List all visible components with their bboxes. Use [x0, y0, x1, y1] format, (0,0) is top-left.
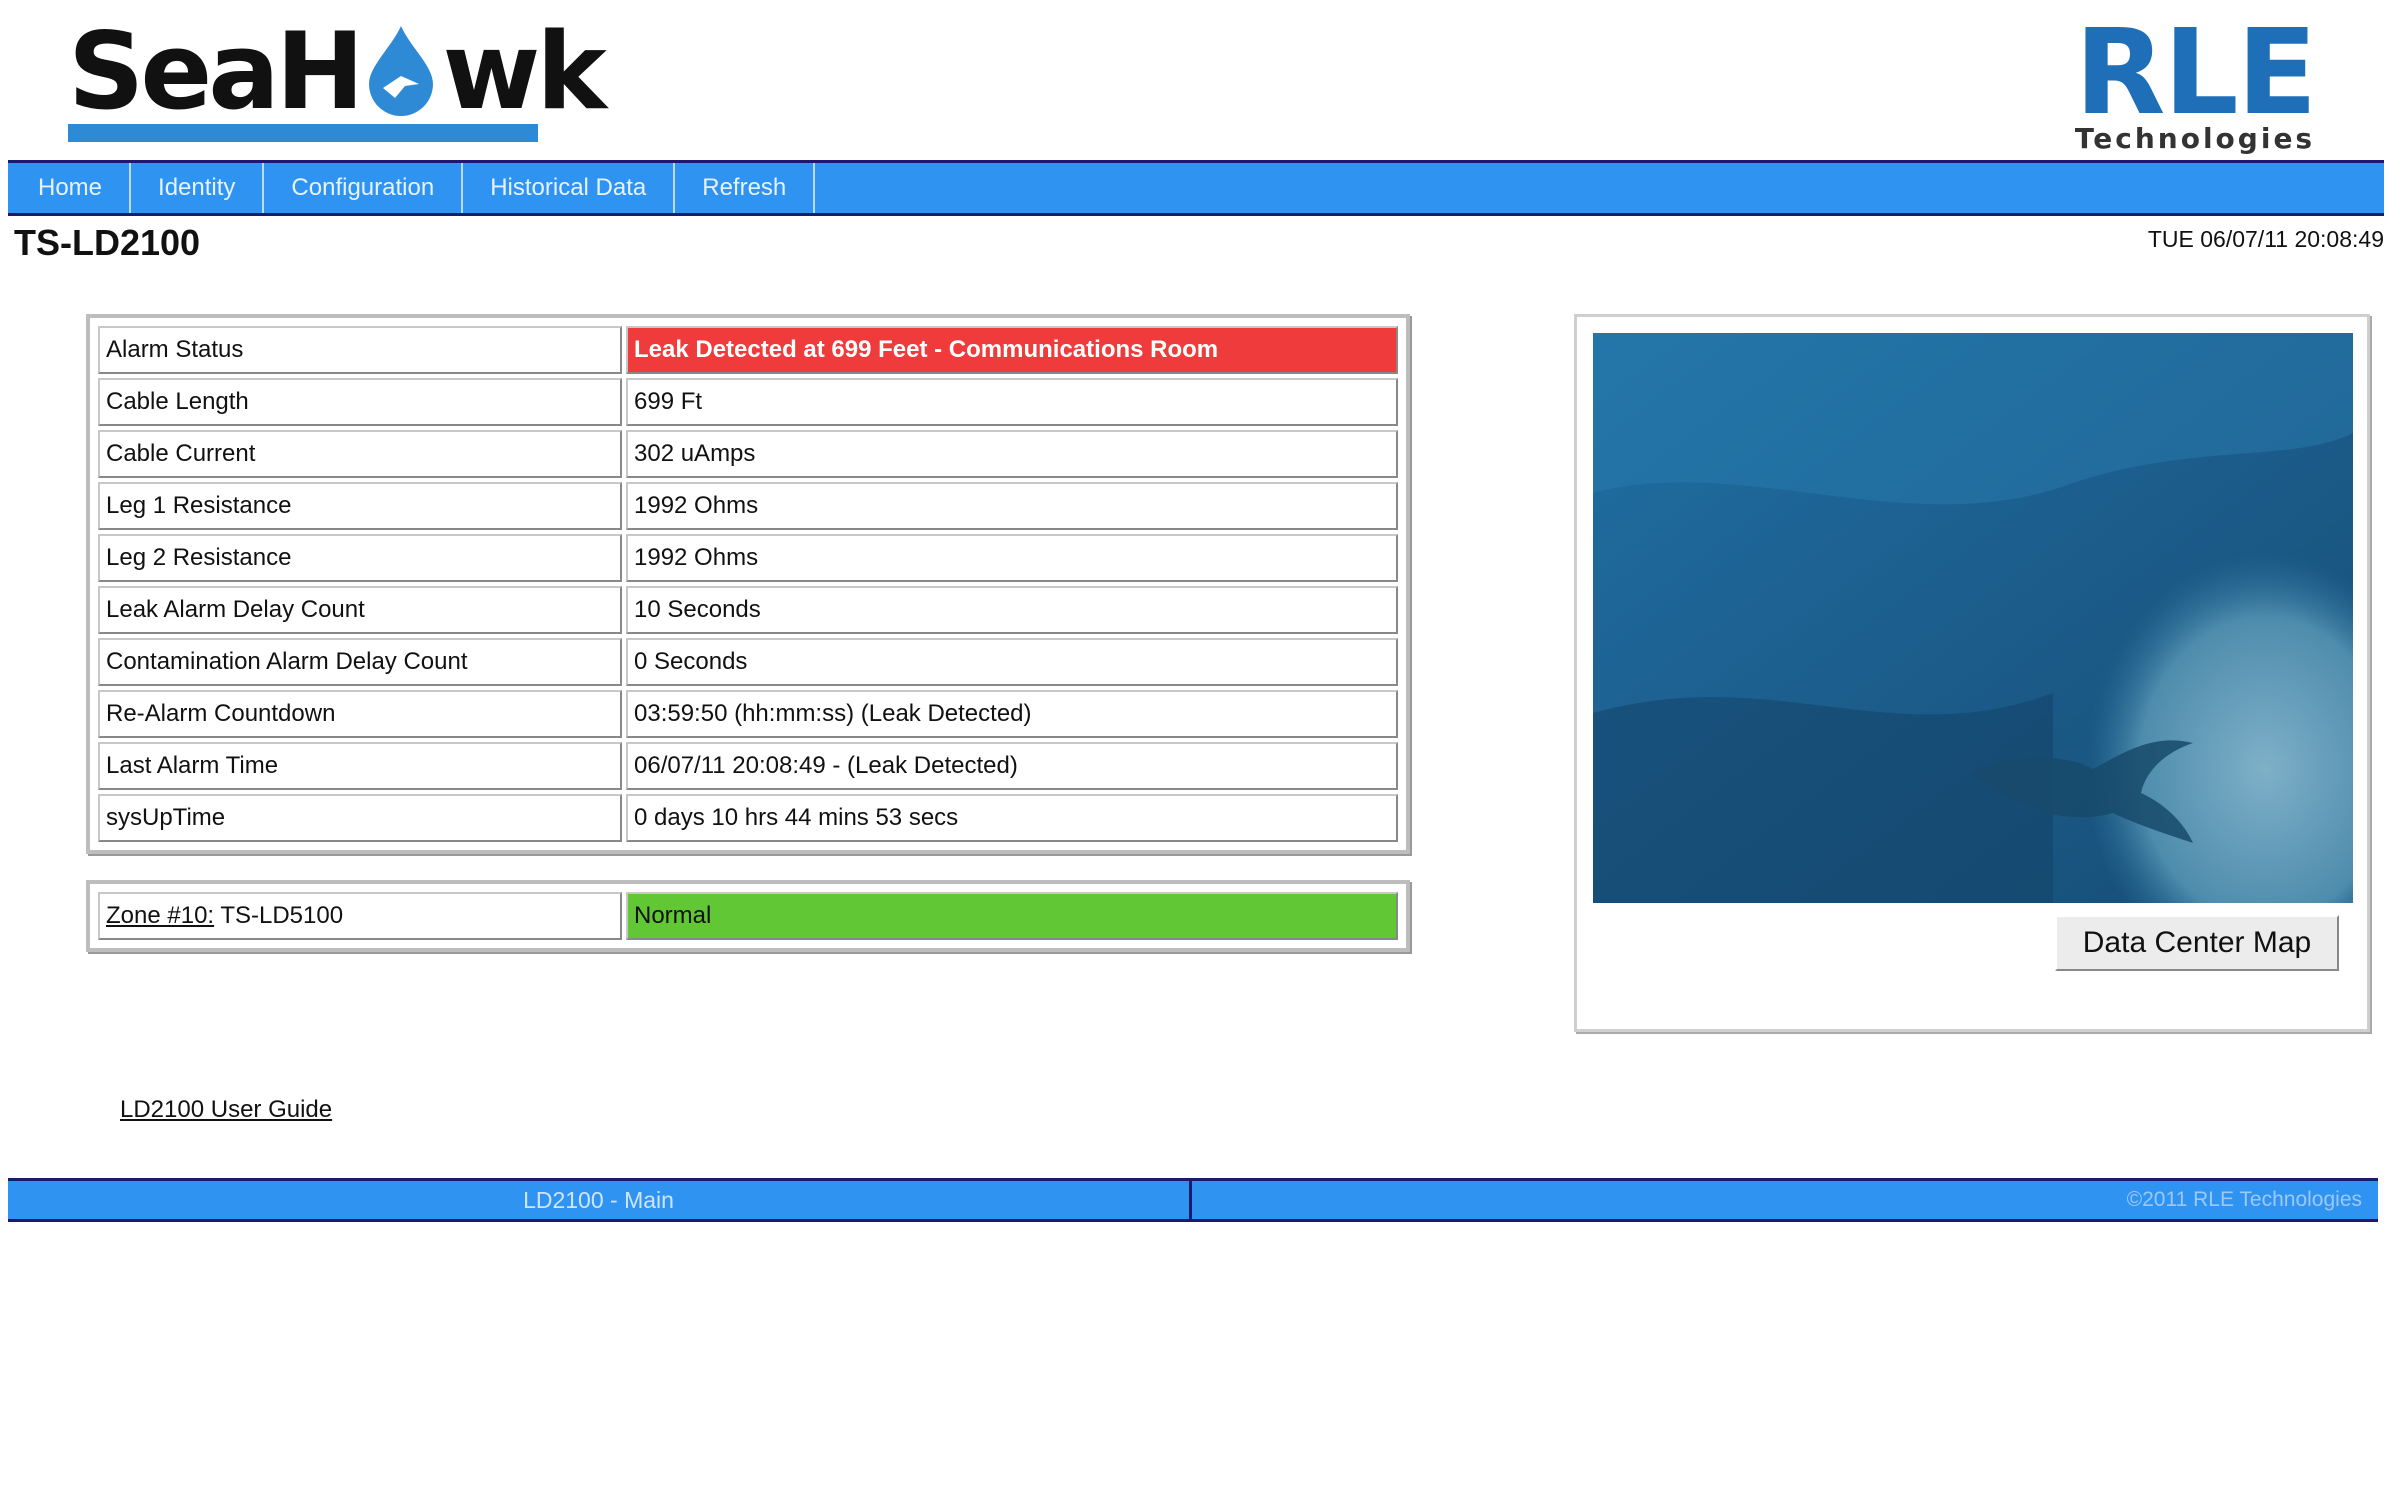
- nav-identity[interactable]: Identity: [131, 163, 265, 213]
- row-value: 1992 Ohms: [626, 482, 1398, 530]
- status-table: Alarm Status Leak Detected at 699 Feet -…: [86, 314, 1410, 854]
- row-label: Last Alarm Time: [98, 742, 622, 790]
- row-value: 03:59:50 (hh:mm:ss) (Leak Detected): [626, 690, 1398, 738]
- datetime-display: TUE 06/07/11 20:08:49: [2147, 226, 2384, 252]
- row-label: Contamination Alarm Delay Count: [98, 638, 622, 686]
- row-value: 302 uAmps: [626, 430, 1398, 478]
- row-value: 0 days 10 hrs 44 mins 53 secs: [626, 794, 1398, 842]
- row-value: 10 Seconds: [626, 586, 1398, 634]
- row-label: Leg 1 Resistance: [98, 482, 622, 530]
- seahawk-wordmark: SeaH wk: [68, 10, 607, 133]
- seahawk-underbar: [68, 124, 538, 142]
- water-drop-icon: [369, 26, 434, 116]
- seahawk-logo: SeaH wk: [68, 10, 607, 144]
- image-panel: Data Center Map: [1574, 314, 2370, 1032]
- row-label: Re-Alarm Countdown: [98, 690, 622, 738]
- table-row: Re-Alarm Countdown 03:59:50 (hh:mm:ss) (…: [98, 690, 1398, 738]
- table-row: Cable Current 302 uAmps: [98, 430, 1398, 478]
- table-row: Leg 1 Resistance 1992 Ohms: [98, 482, 1398, 530]
- zone-link[interactable]: Zone #10:: [106, 902, 214, 929]
- row-value: 1992 Ohms: [626, 534, 1398, 582]
- row-label: Cable Current: [98, 430, 622, 478]
- zone-device: TS-LD5100: [220, 902, 344, 929]
- footer-bar: LD2100 - Main ©2011 RLE Technologies: [8, 1178, 2378, 1222]
- rle-subtitle: Technologies: [2074, 122, 2316, 155]
- table-row: sysUpTime 0 days 10 hrs 44 mins 53 secs: [98, 794, 1398, 842]
- nav-configuration[interactable]: Configuration: [264, 163, 464, 213]
- nav-bar: Home Identity Configuration Historical D…: [8, 160, 2384, 216]
- table-row: Cable Length 699 Ft: [98, 378, 1398, 426]
- row-value: 0 Seconds: [626, 638, 1398, 686]
- table-row: Leg 2 Resistance 1992 Ohms: [98, 534, 1398, 582]
- alarm-status-value: Leak Detected at 699 Feet - Communicatio…: [626, 326, 1398, 374]
- zone-label-cell: Zone #10: TS-LD5100: [98, 892, 622, 940]
- data-center-map-button[interactable]: Data Center Map: [2055, 915, 2339, 971]
- table-row: Zone #10: TS-LD5100 Normal: [98, 892, 1398, 940]
- row-label: sysUpTime: [98, 794, 622, 842]
- row-label: Alarm Status: [98, 326, 622, 374]
- rle-wordmark: RLE: [2074, 3, 2318, 141]
- table-row: Last Alarm Time 06/07/11 20:08:49 - (Lea…: [98, 742, 1398, 790]
- nav-home[interactable]: Home: [8, 163, 132, 213]
- row-label: Leak Alarm Delay Count: [98, 586, 622, 634]
- row-label: Leg 2 Resistance: [98, 534, 622, 582]
- user-guide-link[interactable]: LD2100 User Guide: [120, 1096, 332, 1124]
- seahawk-banner-image: [1593, 333, 2353, 903]
- rle-logo: RLE Technologies: [2060, 3, 2330, 155]
- zone-table: Zone #10: TS-LD5100 Normal: [86, 880, 1410, 952]
- nav-refresh[interactable]: Refresh: [675, 163, 816, 213]
- page-title: TS-LD2100: [14, 222, 201, 263]
- table-row: Alarm Status Leak Detected at 699 Feet -…: [98, 326, 1398, 374]
- page: SeaH wk RLE Technologies Home Identity Co…: [0, 0, 2400, 1500]
- zone-status-value: Normal: [626, 892, 1398, 940]
- table-row: Leak Alarm Delay Count 10 Seconds: [98, 586, 1398, 634]
- footer-copyright: ©2011 RLE Technologies: [1192, 1178, 2378, 1222]
- row-value: 699 Ft: [626, 378, 1398, 426]
- nav-historical-data[interactable]: Historical Data: [463, 163, 676, 213]
- row-value: 06/07/11 20:08:49 - (Leak Detected): [626, 742, 1398, 790]
- footer-page-name: LD2100 - Main: [8, 1178, 1192, 1222]
- table-row: Contamination Alarm Delay Count 0 Second…: [98, 638, 1398, 686]
- row-label: Cable Length: [98, 378, 622, 426]
